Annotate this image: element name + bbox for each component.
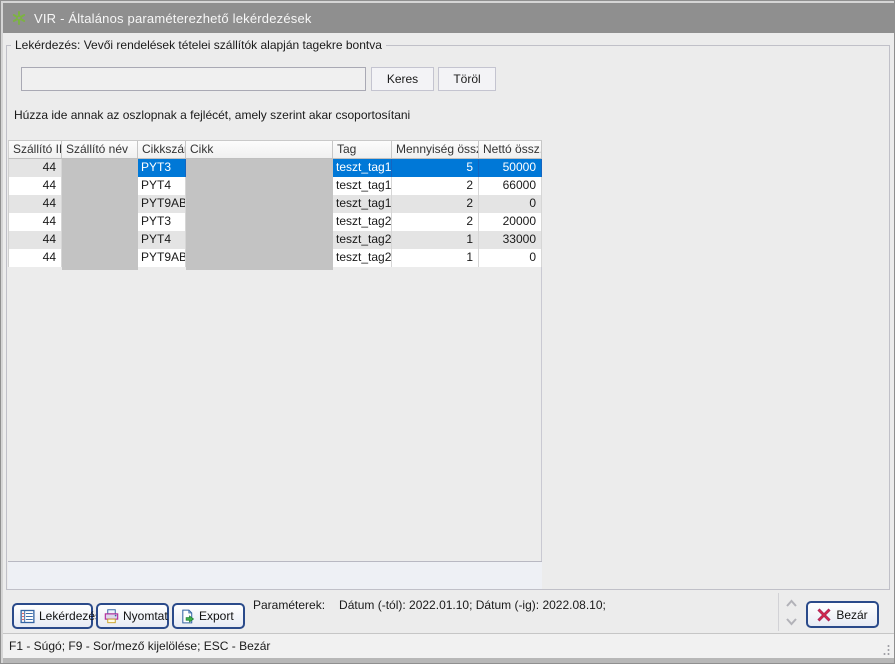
grid-cell[interactable]: 1	[392, 231, 479, 249]
grid-cell[interactable]	[186, 177, 333, 195]
grid-rows: 44PYT3teszt_tag155000044PYT4teszt_tag126…	[8, 159, 542, 267]
table-row[interactable]: 44 PYT4 teszt_tag1266000	[9, 177, 542, 195]
table-row[interactable]: 44 PYT9AB teszt_tag210	[9, 249, 542, 267]
parameters-value: Dátum (-tól): 2022.01.10; Dátum (-ig): 2…	[339, 598, 606, 612]
grid-cell[interactable]: PYT4	[138, 231, 186, 249]
panel-separator	[778, 593, 779, 631]
query-button-label: Lekérdezés	[39, 609, 101, 623]
column-header-cikk[interactable]: Cikk	[186, 141, 333, 158]
column-header-szallito-id[interactable]: Szállító ID	[9, 141, 62, 158]
grid-cell[interactable]: 66000	[479, 177, 542, 195]
grid-cell[interactable]	[62, 159, 138, 177]
column-header-szallito-nev[interactable]: Szállító név	[62, 141, 138, 158]
clear-button[interactable]: Töröl	[438, 67, 496, 91]
grid-right-border	[541, 267, 542, 561]
grid-cell[interactable]: teszt_tag1	[333, 159, 392, 177]
close-button-label: Bezár	[836, 608, 867, 622]
grid-cell[interactable]	[186, 231, 333, 249]
grid-cell[interactable]: teszt_tag2	[333, 231, 392, 249]
print-button[interactable]: Nyomtat	[96, 603, 169, 629]
grid-cell[interactable]: 44	[9, 213, 62, 231]
grid-cell[interactable]: 5	[392, 159, 479, 177]
grid-cell[interactable]: 44	[9, 195, 62, 213]
query-groupbox	[6, 45, 890, 590]
print-button-label: Nyomtat	[123, 609, 168, 623]
grid-cell[interactable]: 0	[479, 195, 542, 213]
export-button-label: Export	[199, 609, 234, 623]
grid-cell[interactable]: teszt_tag1	[333, 177, 392, 195]
grid-cell[interactable]: 33000	[479, 231, 542, 249]
grid-cell[interactable]: 2	[392, 177, 479, 195]
grid-cell[interactable]	[62, 249, 138, 267]
app-window: VIR - Általános paraméterezhető lekérdez…	[0, 0, 895, 664]
resize-grip-icon[interactable]	[879, 643, 891, 655]
grid-cell[interactable]	[62, 177, 138, 195]
grid-cell[interactable]: PYT9AB	[138, 249, 186, 267]
grid-cell[interactable]	[186, 159, 333, 177]
grid-cell[interactable]: 20000	[479, 213, 542, 231]
grid-cell[interactable]: teszt_tag2	[333, 249, 392, 267]
parameters-label: Paraméterek:	[253, 598, 325, 612]
grid-cell[interactable]: 44	[9, 159, 62, 177]
table-row[interactable]: 44 PYT4 teszt_tag2133000	[9, 231, 542, 249]
grid-cell[interactable]: PYT9AB	[138, 195, 186, 213]
grid-cell[interactable]: 2	[392, 195, 479, 213]
grouping-hint: Húzza ide annak az oszlopnak a fejlécét,…	[14, 108, 410, 122]
grid-cell[interactable]: teszt_tag2	[333, 213, 392, 231]
table-row[interactable]: 44 PYT9AB teszt_tag120	[9, 195, 542, 213]
app-icon	[11, 10, 27, 26]
results-grid: Szállító ID Szállító név Cikkszám Cikk T…	[8, 140, 542, 267]
search-button[interactable]: Keres	[371, 67, 434, 91]
grid-cell[interactable]	[62, 231, 138, 249]
table-row[interactable]: 44 PYT3 teszt_tag1550000	[9, 159, 542, 177]
grid-cell[interactable]: 44	[9, 177, 62, 195]
query-button[interactable]: Lekérdezés	[12, 603, 93, 629]
export-button[interactable]: Export	[172, 603, 245, 629]
grid-cell[interactable]: 44	[9, 231, 62, 249]
grid-cell[interactable]	[186, 249, 333, 267]
window-title: VIR - Általános paraméterezhető lekérdez…	[34, 11, 312, 26]
scroll-up-icon[interactable]	[784, 598, 798, 608]
column-header-tag[interactable]: Tag	[333, 141, 392, 158]
grid-cell[interactable]: PYT3	[138, 159, 186, 177]
titlebar[interactable]: VIR - Általános paraméterezhető lekérdez…	[3, 3, 894, 33]
grid-cell[interactable]	[62, 213, 138, 231]
report-icon	[20, 609, 35, 624]
statusbar: F1 - Súgó; F9 - Sor/mező kijelölése; ESC…	[3, 633, 894, 658]
printer-icon	[104, 609, 119, 624]
grid-cell[interactable]: 44	[9, 249, 62, 267]
grid-cell[interactable]: teszt_tag1	[333, 195, 392, 213]
redaction-block	[186, 267, 333, 270]
close-button[interactable]: Bezár	[806, 601, 879, 628]
grid-cell[interactable]: 1	[392, 249, 479, 267]
column-header-mennyiseg[interactable]: Mennyiség össz.	[392, 141, 479, 158]
search-input[interactable]	[21, 67, 366, 91]
table-row[interactable]: 44 PYT3 teszt_tag2220000	[9, 213, 542, 231]
grid-cell[interactable]	[186, 195, 333, 213]
parameters: Paraméterek: Dátum (-tól): 2022.01.10; Dá…	[253, 598, 606, 612]
redaction-block	[62, 267, 138, 270]
statusbar-text: F1 - Súgó; F9 - Sor/mező kijelölése; ESC…	[9, 639, 270, 653]
grid-cell[interactable]: 2	[392, 213, 479, 231]
grid-footer-band	[8, 562, 542, 589]
grid-cell[interactable]	[62, 195, 138, 213]
grid-cell[interactable]: 50000	[479, 159, 542, 177]
window-bottom-frame	[3, 658, 894, 664]
grid-cell[interactable]: PYT4	[138, 177, 186, 195]
close-x-icon	[817, 608, 831, 622]
scroll-down-icon[interactable]	[784, 616, 798, 626]
grid-cell[interactable]: PYT3	[138, 213, 186, 231]
grid-cell[interactable]: 0	[479, 249, 542, 267]
groupbox-caption: Lekérdezés: Vevői rendelések tételei szá…	[11, 38, 386, 52]
grid-cell[interactable]	[186, 213, 333, 231]
grid-header: Szállító ID Szállító név Cikkszám Cikk T…	[8, 140, 542, 159]
column-header-cikkszam[interactable]: Cikkszám	[138, 141, 186, 158]
export-icon	[180, 609, 195, 624]
column-header-netto[interactable]: Nettó össz.	[479, 141, 542, 158]
